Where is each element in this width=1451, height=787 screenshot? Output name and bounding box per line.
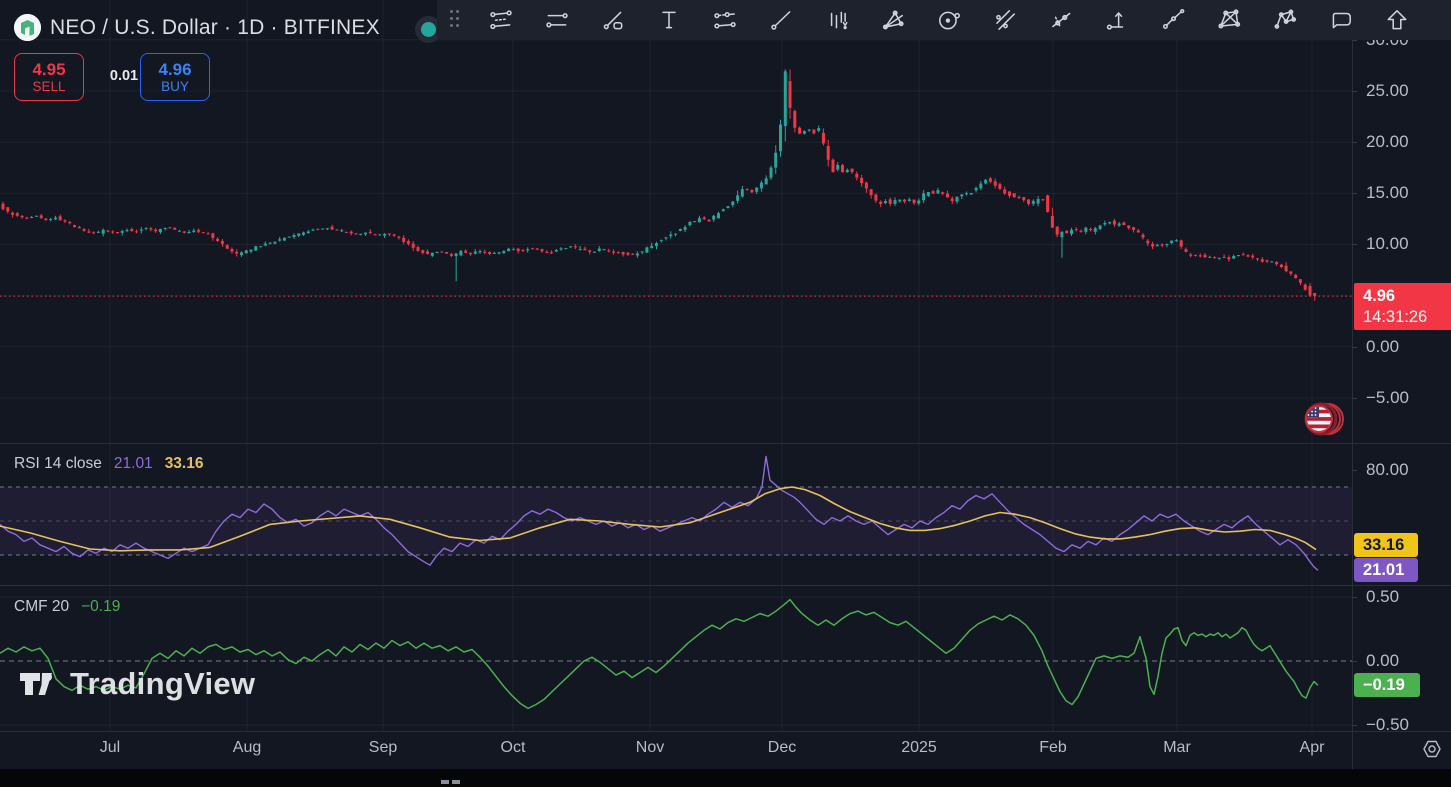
time-axis-border bbox=[0, 731, 1451, 732]
us-flag-icon bbox=[1300, 397, 1344, 441]
watermark-text: TradingView bbox=[70, 666, 255, 702]
parallel-lines-icon[interactable] bbox=[977, 0, 1033, 40]
timezone-settings-button[interactable] bbox=[1419, 738, 1445, 760]
price-axis-tick: 0.50 bbox=[1366, 587, 1399, 607]
scrollbar-fragment bbox=[441, 780, 449, 784]
callout-icon[interactable] bbox=[1313, 0, 1369, 40]
symbol-title[interactable]: NEO / U.S. Dollar · 1D · BITFINEX bbox=[50, 16, 380, 40]
cmf-legend[interactable]: CMF 20 −0.19 bbox=[14, 598, 120, 616]
time-axis-label: Feb bbox=[1039, 739, 1067, 757]
parallel-channel-icon[interactable] bbox=[473, 0, 529, 40]
last-price-value: 4.96 bbox=[1363, 286, 1395, 307]
cmf-value: −0.19 bbox=[81, 598, 120, 616]
rsi-price-label: 21.01 bbox=[1354, 558, 1418, 582]
price-axis-tick: 15.00 bbox=[1366, 183, 1409, 203]
trend-line-icon[interactable] bbox=[753, 0, 809, 40]
sell-label: SELL bbox=[32, 79, 65, 94]
pane-divider-main-rsi[interactable] bbox=[0, 443, 1451, 444]
axis-tick-mark bbox=[1352, 40, 1357, 41]
toolbar-grab-handle[interactable] bbox=[445, 7, 467, 33]
rsi-value: 21.01 bbox=[114, 455, 153, 473]
axis-tick-mark bbox=[1352, 725, 1357, 726]
symbol-header[interactable]: NEO / U.S. Dollar · 1D · BITFINEX bbox=[14, 14, 380, 41]
sell-button[interactable]: 4.95 SELL bbox=[14, 53, 84, 101]
axis-tick-mark bbox=[1352, 661, 1357, 662]
price-axis-tick: −0.50 bbox=[1366, 715, 1409, 735]
rsi-ma-value: 33.16 bbox=[165, 455, 204, 473]
text-tool-icon[interactable] bbox=[641, 0, 697, 40]
spread-value: 0.01 bbox=[96, 68, 152, 84]
sell-price: 4.95 bbox=[32, 60, 65, 79]
buy-label: BUY bbox=[161, 79, 189, 94]
cmf-price-label: −0.19 bbox=[1354, 673, 1420, 697]
vertical-arrow-icon[interactable] bbox=[1089, 0, 1145, 40]
scrollbar-fragment bbox=[452, 780, 460, 784]
price-axis-border bbox=[1352, 0, 1353, 769]
main-chart-pane[interactable] bbox=[0, 0, 1451, 443]
triangle-pattern-icon[interactable] bbox=[865, 0, 921, 40]
bottom-strip bbox=[0, 769, 1451, 787]
tradingview-logo-icon bbox=[18, 666, 60, 702]
tradingview-watermark: TradingView bbox=[18, 666, 255, 702]
time-axis-label: Oct bbox=[501, 739, 526, 757]
cmf-title[interactable]: CMF 20 bbox=[14, 598, 69, 616]
time-axis-label: 2025 bbox=[901, 739, 937, 757]
time-axis-label: Dec bbox=[768, 739, 796, 757]
arrow-up-icon[interactable] bbox=[1369, 0, 1425, 40]
time-axis-label: Jul bbox=[100, 739, 120, 757]
time-axis-label: Aug bbox=[233, 739, 261, 757]
elliott-pattern-icon[interactable] bbox=[1257, 0, 1313, 40]
forecast-bars-icon[interactable] bbox=[809, 0, 865, 40]
axis-tick-mark bbox=[1352, 193, 1357, 194]
axis-tick-mark bbox=[1352, 347, 1357, 348]
cross-trend-icon[interactable] bbox=[1033, 0, 1089, 40]
price-axis-tick: 0.00 bbox=[1366, 651, 1399, 671]
drawing-toolbar bbox=[437, 0, 1451, 40]
horizontal-lines-icon[interactable] bbox=[529, 0, 585, 40]
price-axis-tick: −5.00 bbox=[1366, 388, 1409, 408]
time-axis-label: Nov bbox=[636, 739, 664, 757]
rsi-ma-price-label: 33.16 bbox=[1354, 533, 1418, 557]
xabcd-pattern-icon[interactable] bbox=[1201, 0, 1257, 40]
axis-tick-mark bbox=[1352, 142, 1357, 143]
dashed-channel-icon[interactable] bbox=[697, 0, 753, 40]
price-axis-tick: 10.00 bbox=[1366, 234, 1409, 254]
pane-divider-rsi-cmf[interactable] bbox=[0, 585, 1451, 586]
axis-tick-mark bbox=[1352, 91, 1357, 92]
buy-price: 4.96 bbox=[158, 60, 191, 79]
axis-tick-mark bbox=[1352, 398, 1357, 399]
rsi-title[interactable]: RSI 14 close bbox=[14, 455, 102, 473]
time-axis-label: Mar bbox=[1163, 739, 1191, 757]
axis-tick-mark bbox=[1352, 597, 1357, 598]
axis-tick-mark bbox=[1352, 470, 1357, 471]
axis-tick-mark bbox=[1352, 244, 1357, 245]
price-axis-tick: 0.00 bbox=[1366, 337, 1399, 357]
price-axis-tick: 25.00 bbox=[1366, 81, 1409, 101]
rsi-pane[interactable] bbox=[0, 443, 1451, 585]
time-axis-label: Apr bbox=[1300, 739, 1325, 757]
price-axis-tick: 20.00 bbox=[1366, 132, 1409, 152]
market-open-dot bbox=[421, 22, 436, 37]
polyline-icon[interactable] bbox=[1145, 0, 1201, 40]
trade-widget: 4.95 SELL 0.01 4.96 BUY bbox=[14, 53, 210, 101]
bar-countdown: 14:31:26 bbox=[1363, 307, 1427, 328]
price-axis-tick: 80.00 bbox=[1366, 460, 1409, 480]
cmf-pane[interactable] bbox=[0, 585, 1451, 731]
neo-logo-icon bbox=[14, 14, 41, 41]
time-axis-label: Sep bbox=[369, 739, 397, 757]
last-price-label: 4.96 14:31:26 bbox=[1354, 283, 1451, 330]
chart-window: NEO / U.S. Dollar · 1D · BITFINEX 4.95 S… bbox=[0, 0, 1451, 787]
trend-rect-icon[interactable] bbox=[585, 0, 641, 40]
rsi-legend[interactable]: RSI 14 close 21.01 33.16 bbox=[14, 455, 203, 473]
circle-tool-icon[interactable] bbox=[921, 0, 977, 40]
